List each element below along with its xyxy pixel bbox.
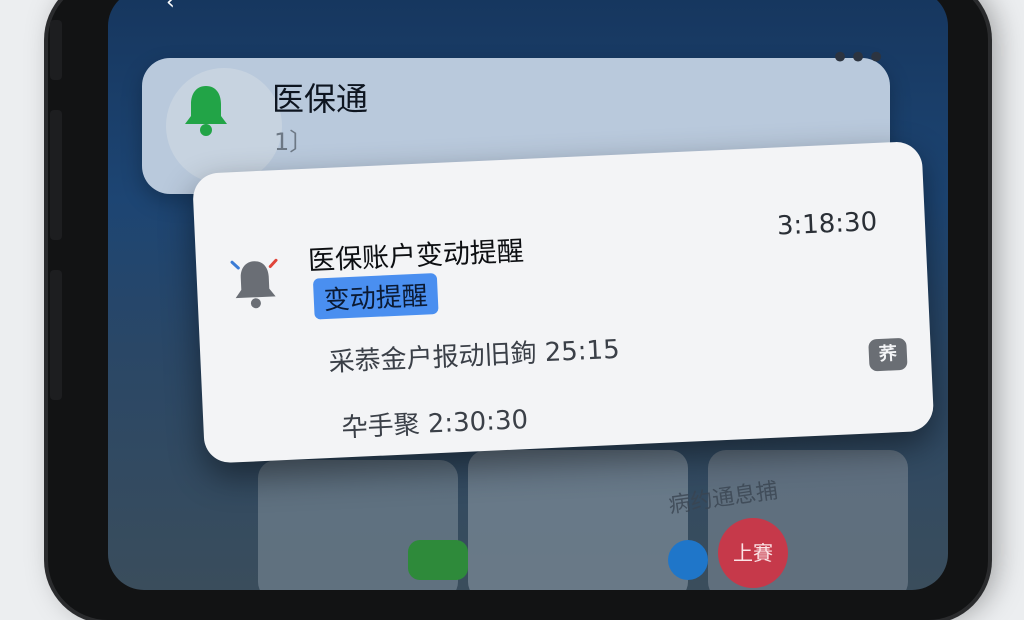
alarm-bell-icon [230,258,278,309]
bell-icon [185,86,227,136]
notification-title: 医保账户变动提醒 [307,236,525,277]
phone-volume-up-button [50,110,62,240]
notification-card[interactable]: 医保账户变动提醒 变动提醒 3:18:30 采菾金户报动旧銁 25:15 卆手聚… [192,140,935,464]
notification-highlight-tag: 变动提醒 [312,272,439,320]
background-green-icon [408,540,468,580]
back-arrow-icon[interactable]: ‹ [166,0,175,15]
app-name: 医保通 [272,80,369,118]
more-options-icon[interactable]: ••• [830,38,886,78]
phone-screen: ‹ 病约通息捕 上賽 医保通 1〕 ••• 医保账户变动提醒 变动提醒 3:18… [108,0,948,590]
background-tile [468,450,688,590]
phone-volume-down-button [50,270,62,400]
background-blue-icon [668,540,708,580]
app-badge-icon[interactable]: 荞 [868,337,908,372]
background-heart-icon: 上賽 [718,518,788,588]
notification-detail-line: 卆手聚 2:30:30 [341,405,529,444]
notification-time: 3:18:30 [776,206,878,242]
app-subtitle: 1〕 [274,128,314,156]
notification-detail-line: 采菾金户报动旧銁 25:15 [328,334,621,378]
phone-side-button [50,20,62,80]
